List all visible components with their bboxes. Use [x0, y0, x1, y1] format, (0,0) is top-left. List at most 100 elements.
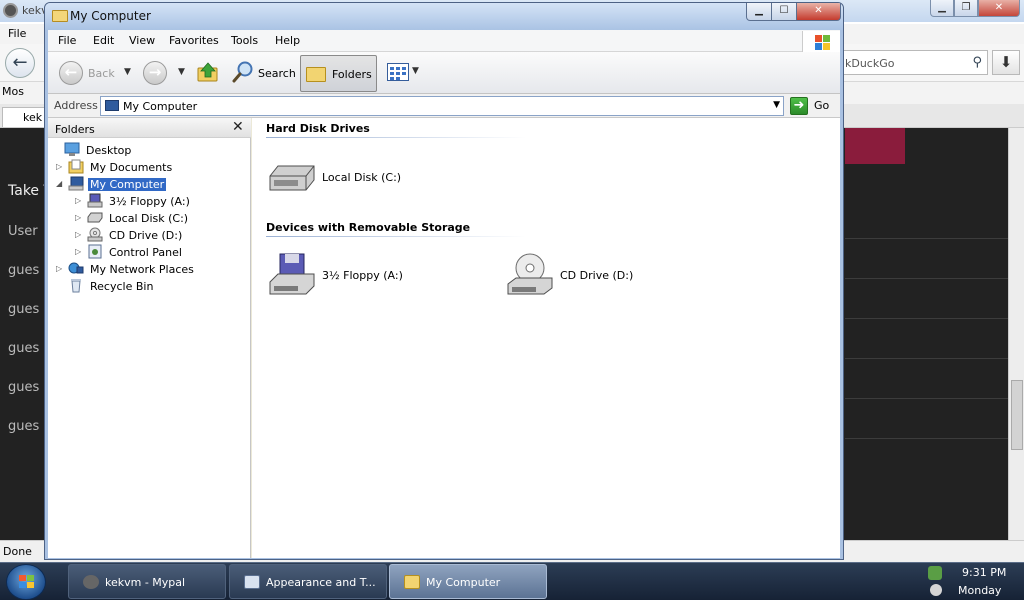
folder-icon: [52, 10, 68, 22]
background-back-button[interactable]: ←: [5, 48, 35, 78]
background-bookmark[interactable]: Mos: [2, 85, 24, 98]
mypal-icon: [83, 575, 99, 589]
folders-pane-close-button[interactable]: ✕: [232, 119, 244, 135]
background-divider: [845, 438, 1008, 439]
minimize-button[interactable]: ▁: [746, 3, 772, 21]
window-title: My Computer: [70, 9, 151, 23]
views-dropdown-icon[interactable]: ▼: [412, 66, 419, 76]
collapse-icon[interactable]: ◢: [56, 179, 66, 188]
my-computer-icon: [105, 100, 119, 111]
background-status-text: Done: [3, 545, 32, 558]
my-computer-icon: [68, 176, 84, 191]
background-maximize-button[interactable]: ❐: [954, 0, 978, 17]
taskbar-item-mypal[interactable]: kekvm - Mypal: [68, 564, 226, 599]
drive-cd[interactable]: CD Drive (D:): [506, 252, 646, 304]
recycle-bin-icon: [71, 279, 81, 293]
control-panel-icon: [88, 244, 102, 259]
control-panel-icon: [244, 575, 260, 589]
background-menu-file[interactable]: File: [8, 27, 26, 40]
drive-label: CD Drive (D:): [560, 269, 634, 282]
go-button[interactable]: Go: [814, 99, 829, 112]
forward-dropdown-icon[interactable]: ▼: [178, 67, 185, 77]
background-divider: [845, 358, 1008, 359]
background-scrollbar[interactable]: [1008, 128, 1024, 540]
expand-icon[interactable]: ▷: [75, 213, 85, 222]
clock-time[interactable]: 9:31 PM: [962, 566, 1006, 579]
maximize-button[interactable]: ☐: [771, 3, 797, 21]
menu-view[interactable]: View: [129, 34, 155, 47]
toolbar: ← Back ▼ → ▼ Search Folders ▼: [48, 52, 840, 94]
background-side-text: gues: [8, 419, 40, 434]
background-side-text: User: [8, 224, 38, 239]
menu-tools[interactable]: Tools: [231, 34, 258, 47]
menu-favorites[interactable]: Favorites: [169, 34, 219, 47]
taskbar-item-my-computer[interactable]: My Computer: [389, 564, 547, 599]
folders-button[interactable]: Folders: [300, 55, 377, 92]
address-bar: Address My Computer ▼ ➜ Go: [48, 94, 840, 118]
menu-edit[interactable]: Edit: [93, 34, 114, 47]
folder-up-icon[interactable]: [197, 61, 219, 83]
download-icon[interactable]: ⬇: [992, 50, 1020, 75]
drive-floppy[interactable]: 3½ Floppy (A:): [268, 252, 418, 304]
expand-icon[interactable]: ▷: [56, 162, 66, 171]
drive-local-disk[interactable]: Local Disk (C:): [268, 154, 408, 202]
background-tab[interactable]: kek: [2, 107, 48, 127]
start-button[interactable]: [6, 564, 46, 600]
expand-icon[interactable]: ▷: [75, 196, 85, 205]
address-dropdown-icon[interactable]: ▼: [773, 100, 780, 110]
close-button[interactable]: ✕: [796, 3, 841, 21]
folder-icon: [306, 67, 326, 82]
forward-arrow-icon[interactable]: →: [143, 61, 167, 85]
back-arrow-icon[interactable]: ←: [59, 61, 83, 85]
background-side-text: gues: [8, 341, 40, 356]
taskbar-item-label: kekvm - Mypal: [105, 576, 186, 589]
views-icon[interactable]: [387, 63, 409, 81]
taskbar: kekvm - Mypal Appearance and T... My Com…: [0, 562, 1024, 600]
taskbar-item-appearance[interactable]: Appearance and T...: [229, 564, 387, 599]
search-icon[interactable]: ⚲: [972, 55, 982, 70]
folders-pane: Folders ✕ Desktop ▷ My Documents ◢ My Co…: [48, 118, 251, 558]
back-button[interactable]: Back: [88, 67, 115, 80]
content-pane: Hard Disk Drives Local Disk (C:) Devices…: [252, 118, 840, 558]
mypal-icon: [3, 3, 18, 18]
background-banner: [845, 128, 905, 164]
tray-network-icon[interactable]: [928, 566, 942, 580]
folder-icon: [404, 575, 420, 589]
group-divider: [266, 137, 526, 138]
logo-quad: [815, 43, 822, 50]
expand-icon[interactable]: ▷: [75, 247, 85, 256]
menubar: File Edit View Favorites Tools Help: [48, 30, 840, 52]
background-scroll-thumb[interactable]: [1011, 380, 1023, 450]
logo-quad: [815, 35, 822, 42]
expand-icon[interactable]: ▷: [56, 264, 66, 273]
hard-disk-icon: [87, 212, 103, 223]
background-close-button[interactable]: ✕: [978, 0, 1020, 17]
background-divider: [845, 398, 1008, 399]
expand-icon[interactable]: ▷: [75, 230, 85, 239]
group-heading-removable: Devices with Removable Storage: [266, 221, 471, 234]
drive-label: 3½ Floppy (A:): [322, 269, 403, 282]
background-search-input[interactable]: kDuckGo ⚲: [840, 50, 988, 75]
floppy-drive-icon: [269, 253, 315, 295]
window-title-bar[interactable]: My Computer ▁ ☐ ✕: [45, 3, 843, 30]
folders-button-label: Folders: [332, 68, 372, 81]
background-divider: [845, 278, 1008, 279]
back-dropdown-icon[interactable]: ▼: [124, 67, 131, 77]
my-computer-window: My Computer ▁ ☐ ✕ File Edit View Favorit…: [44, 2, 844, 560]
address-input[interactable]: My Computer ▼: [100, 96, 784, 116]
background-minimize-button[interactable]: ▁: [930, 0, 954, 17]
clock-day[interactable]: Monday: [958, 584, 1001, 597]
group-heading-hard-disks: Hard Disk Drives: [266, 122, 370, 135]
background-side-text: gues: [8, 302, 40, 317]
windows-logo-icon: [802, 31, 840, 52]
tree-item-label: Desktop: [86, 144, 132, 157]
tray-volume-icon[interactable]: [930, 584, 942, 596]
menu-help[interactable]: Help: [275, 34, 300, 47]
go-arrow-icon[interactable]: ➜: [790, 97, 808, 115]
search-button[interactable]: Search: [258, 67, 296, 80]
background-divider: [845, 318, 1008, 319]
tree-item-label: My Documents: [90, 161, 173, 174]
tree-item-label: Control Panel: [109, 246, 182, 259]
search-icon[interactable]: [231, 60, 255, 84]
menu-file[interactable]: File: [58, 34, 76, 47]
